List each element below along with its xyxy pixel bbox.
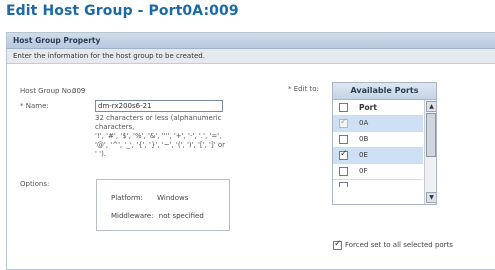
ports-column-header: Port	[333, 100, 423, 116]
available-ports-list: Available Ports Port ✓ 0A 0B ✓ 0E 0F ▲ ▼	[332, 82, 437, 205]
select-all-checkbox[interactable]	[339, 103, 348, 112]
port-row[interactable]: ✓ 0A	[333, 116, 423, 132]
name-hint-line: characters,	[95, 123, 135, 131]
port-checkbox[interactable]	[339, 167, 348, 176]
host-group-no-value: 009	[72, 87, 86, 95]
name-hint: 32 characters or less (alphanumeric char…	[95, 114, 275, 159]
middleware-label: Middleware:	[111, 212, 154, 220]
scroll-thumb[interactable]	[426, 113, 436, 157]
port-label: 0E	[359, 151, 368, 159]
edit-to-label: * Edit to:	[288, 85, 319, 93]
forced-set-label: Forced set to all selected ports	[345, 241, 453, 249]
port-label: 0F	[359, 167, 368, 175]
port-label: 0B	[359, 135, 369, 143]
scroll-up-icon[interactable]: ▲	[426, 101, 436, 112]
platform-label: Platform:	[111, 194, 143, 202]
check-icon: ✓	[340, 117, 348, 127]
port-row[interactable]: 0B	[333, 132, 423, 148]
port-column-label: Port	[359, 103, 377, 112]
port-checkbox[interactable]	[339, 135, 348, 144]
port-row[interactable]: 0F	[333, 164, 423, 180]
name-hint-line: '@', '^', '_', '{', '}', '~', '(', ')', …	[95, 141, 225, 149]
name-hint-line: 32 characters or less (alphanumeric	[95, 114, 222, 122]
platform-row: Platform: Windows	[111, 194, 188, 202]
options-box: Platform: Windows Middleware: not specif…	[96, 179, 230, 231]
name-label: * Name:	[20, 102, 49, 110]
check-icon: ✓	[334, 239, 342, 249]
ports-scrollbar[interactable]: ▲ ▼	[424, 100, 436, 204]
port-label: 0A	[359, 119, 369, 127]
port-checkbox[interactable]	[339, 182, 348, 187]
port-row-partial[interactable]	[333, 180, 423, 188]
available-ports-header: Available Ports	[333, 83, 436, 100]
host-group-no-label: Host Group No.:	[20, 87, 76, 95]
options-label: Options:	[20, 180, 50, 188]
panel-header: Host Group Property	[7, 33, 495, 49]
platform-value: Windows	[157, 194, 189, 202]
check-icon: ✓	[340, 149, 348, 159]
panel-instruction: Enter the information for the host group…	[7, 49, 495, 64]
name-input[interactable]: dm-rx200s6-21	[95, 100, 223, 112]
port-row[interactable]: ✓ 0E	[333, 148, 423, 164]
name-hint-line: '!', '#', '$', '%', '&', '''', '+', '-',…	[95, 132, 222, 140]
name-hint-line: ' ').	[95, 150, 107, 158]
port-checkbox: ✓	[339, 117, 348, 128]
middleware-row: Middleware: not specified	[111, 212, 204, 220]
port-checkbox[interactable]: ✓	[339, 149, 348, 160]
middleware-value: not specified	[158, 212, 204, 220]
scroll-down-icon[interactable]: ▼	[426, 192, 436, 203]
forced-set-checkbox[interactable]: ✓	[333, 239, 342, 250]
page-title: Edit Host Group - Port0A:009	[6, 3, 239, 19]
